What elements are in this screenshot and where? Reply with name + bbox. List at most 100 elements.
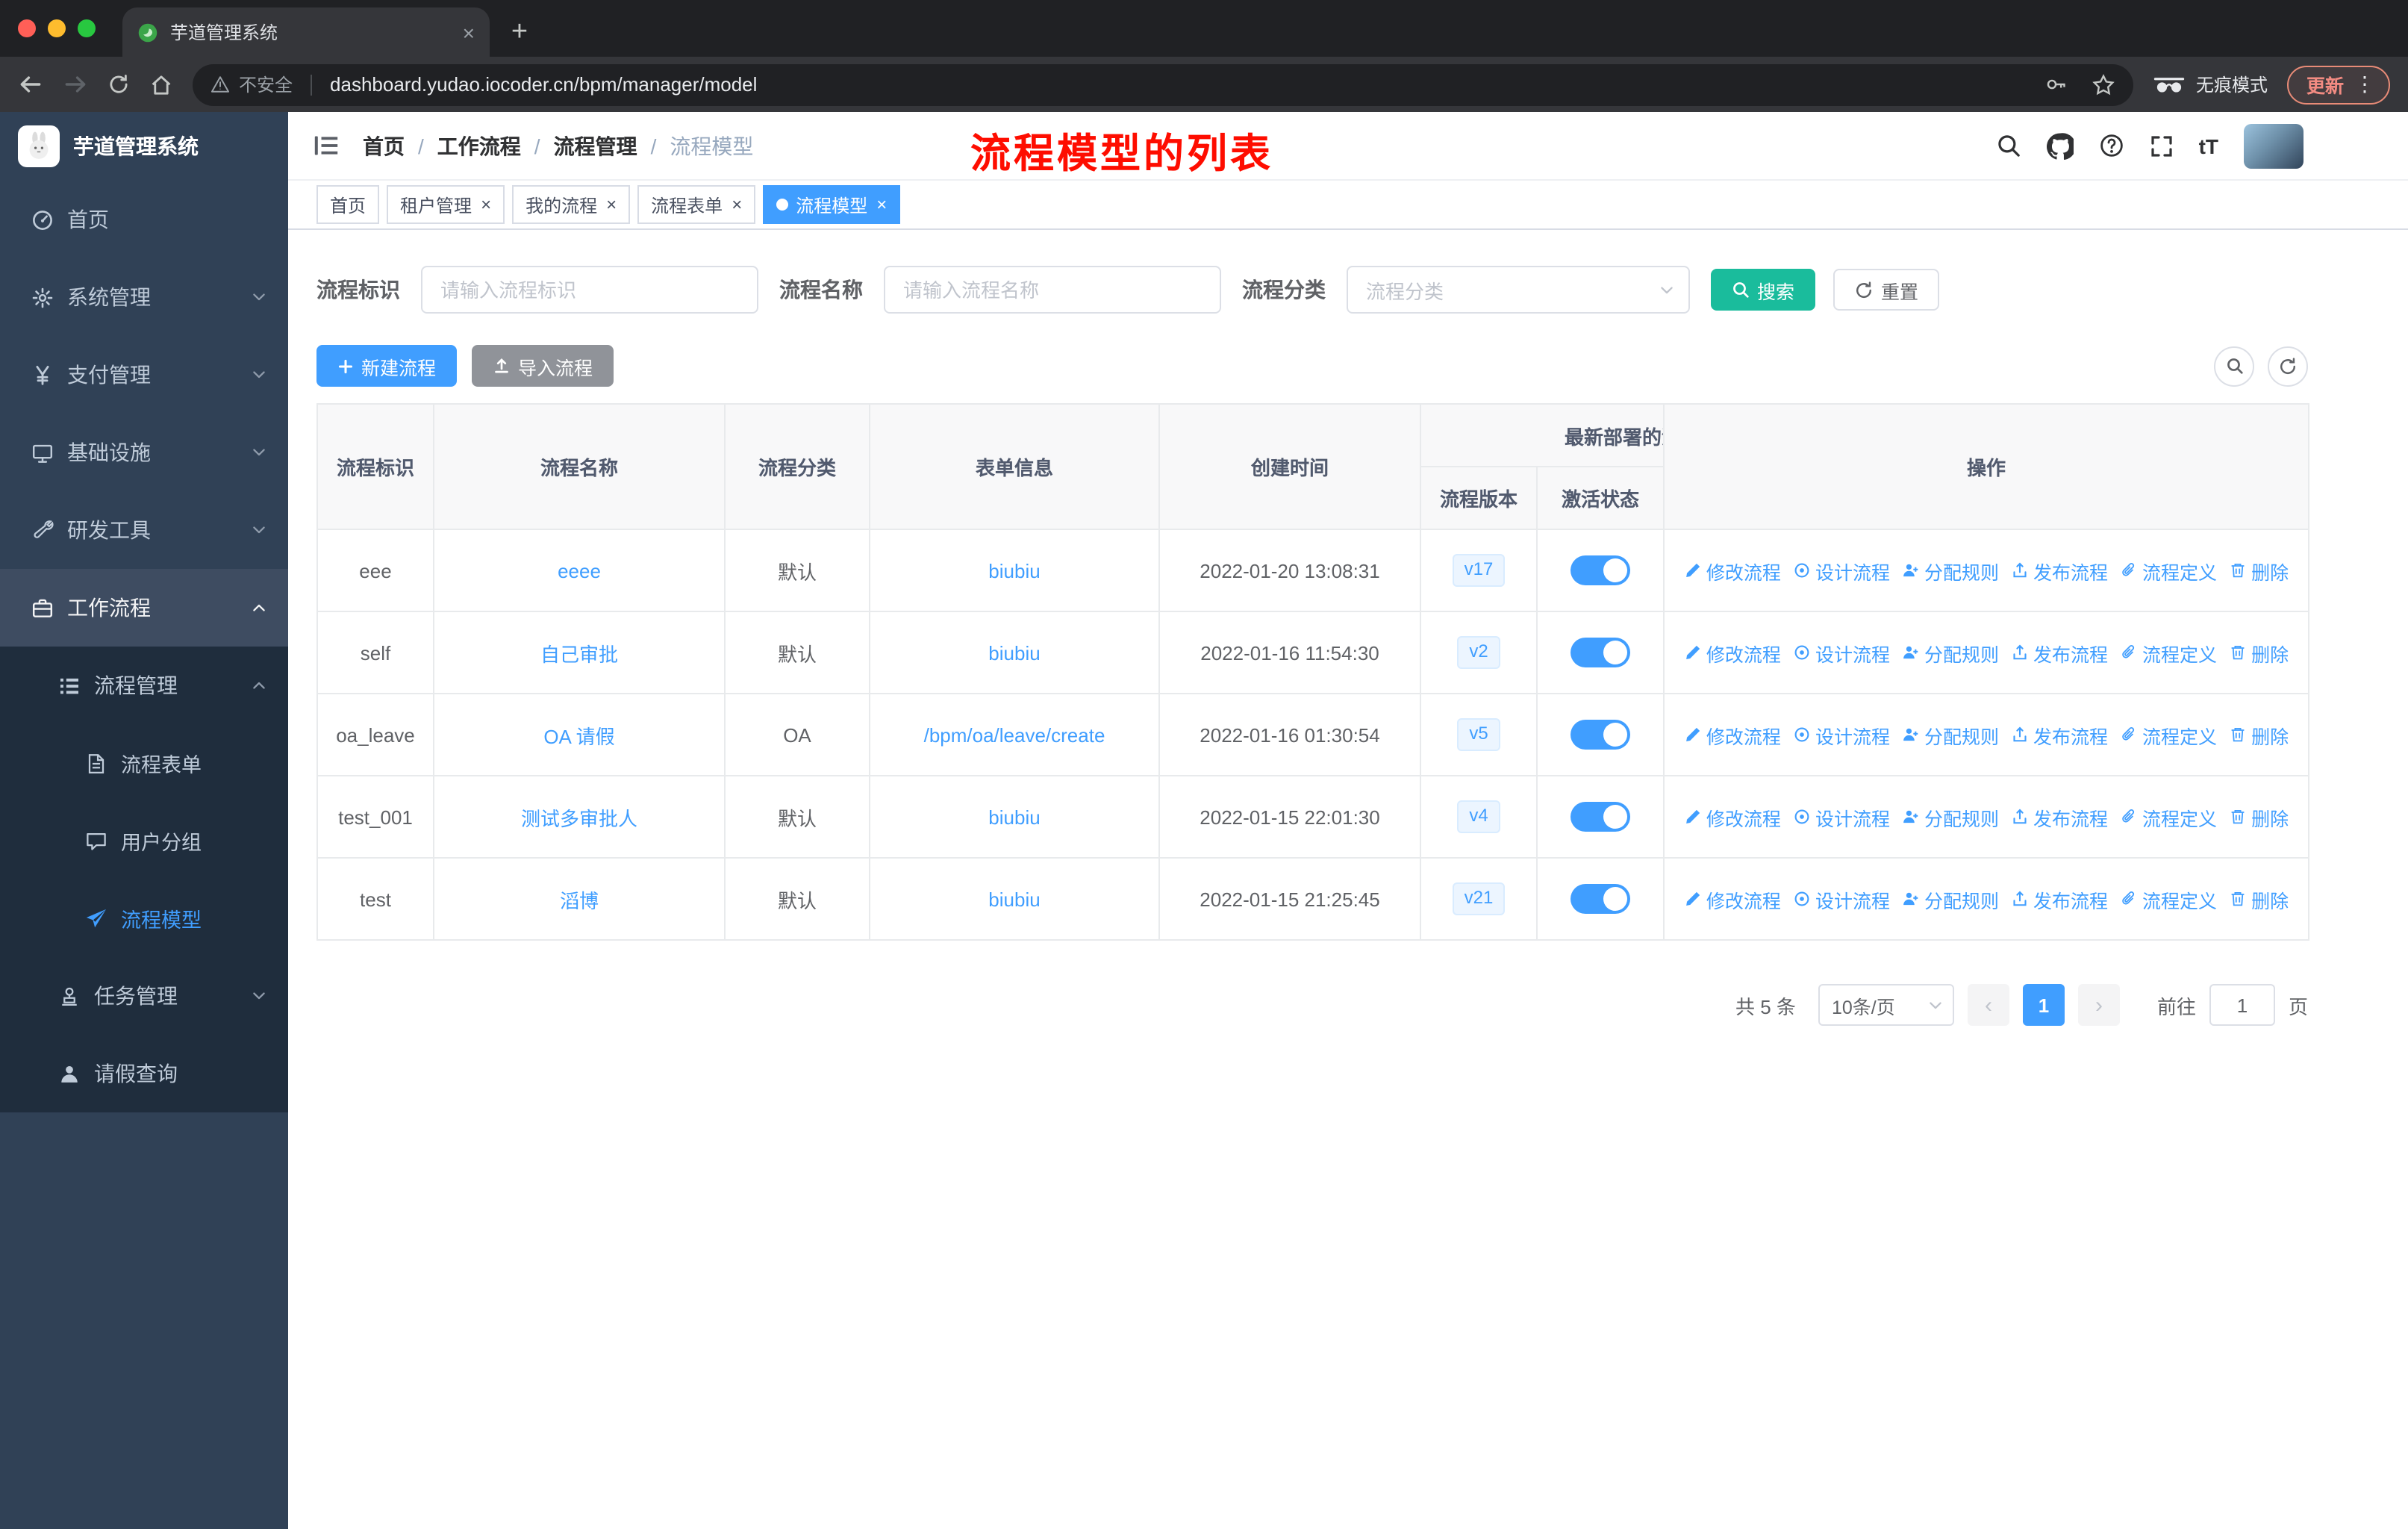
process-name-link[interactable]: eeee bbox=[558, 559, 601, 582]
action-modify[interactable]: 修改流程 bbox=[1684, 556, 1781, 585]
page-size-select[interactable]: 10条/页 bbox=[1818, 984, 1954, 1026]
forward-icon[interactable] bbox=[63, 72, 88, 97]
new-tab-button[interactable]: + bbox=[499, 12, 540, 54]
action-publish[interactable]: 发布流程 bbox=[2011, 885, 2108, 913]
process-name-link[interactable]: 自己审批 bbox=[540, 643, 618, 665]
process-name-link[interactable]: 测试多审批人 bbox=[521, 807, 637, 829]
close-window-button[interactable] bbox=[18, 19, 36, 37]
breadcrumb-item[interactable]: 流程管理 bbox=[554, 131, 637, 161]
action-publish[interactable]: 发布流程 bbox=[2011, 556, 2108, 585]
tag-close-icon[interactable]: × bbox=[876, 194, 887, 215]
back-icon[interactable] bbox=[18, 72, 43, 97]
tag-item[interactable]: 我的流程 × bbox=[512, 185, 631, 224]
zoom-window-button[interactable] bbox=[78, 19, 96, 37]
bookmark-star-icon[interactable] bbox=[2092, 72, 2115, 96]
active-toggle[interactable] bbox=[1570, 802, 1630, 832]
action-modify[interactable]: 修改流程 bbox=[1684, 720, 1781, 749]
hamburger-icon[interactable] bbox=[312, 131, 340, 160]
active-toggle[interactable] bbox=[1570, 638, 1630, 667]
breadcrumb-item[interactable]: 工作流程 bbox=[437, 131, 521, 161]
tag-item[interactable]: 流程表单 × bbox=[637, 185, 756, 224]
action-definition[interactable]: 流程定义 bbox=[2120, 720, 2217, 749]
form-link[interactable]: /bpm/oa/leave/create bbox=[924, 723, 1105, 746]
action-delete[interactable]: 删除 bbox=[2229, 556, 2289, 585]
sidebar-item-system[interactable]: 系统管理 bbox=[0, 258, 288, 336]
sidebar-item-user-group[interactable]: 用户分组 bbox=[0, 802, 288, 879]
font-size-icon[interactable]: tT bbox=[2199, 134, 2218, 158]
action-delete[interactable]: 删除 bbox=[2229, 720, 2289, 749]
action-design[interactable]: 设计流程 bbox=[1793, 720, 1890, 749]
sidebar-item-process-form[interactable]: 流程表单 bbox=[0, 724, 288, 802]
breadcrumb-item[interactable]: 首页 bbox=[363, 131, 405, 161]
action-publish[interactable]: 发布流程 bbox=[2011, 803, 2108, 831]
sidebar-item-infrastructure[interactable]: 基础设施 bbox=[0, 414, 288, 491]
category-select[interactable]: 流程分类 bbox=[1347, 266, 1690, 314]
sidebar-item-process-management[interactable]: 流程管理 bbox=[0, 647, 288, 724]
toggle-search-button[interactable] bbox=[2214, 346, 2254, 386]
action-assign[interactable]: 分配规则 bbox=[1902, 556, 1999, 585]
key-icon[interactable] bbox=[2045, 73, 2068, 96]
action-delete[interactable]: 删除 bbox=[2229, 638, 2289, 667]
action-assign[interactable]: 分配规则 bbox=[1902, 803, 1999, 831]
action-design[interactable]: 设计流程 bbox=[1793, 638, 1890, 667]
refresh-table-button[interactable] bbox=[2268, 346, 2308, 386]
form-link[interactable]: biubiu bbox=[988, 806, 1040, 828]
tag-item[interactable]: 首页 bbox=[316, 185, 380, 224]
home-icon[interactable] bbox=[149, 72, 173, 96]
action-assign[interactable]: 分配规则 bbox=[1902, 885, 1999, 913]
process-name-link[interactable]: OA 请假 bbox=[543, 725, 614, 747]
import-process-button[interactable]: 导入流程 bbox=[472, 345, 614, 387]
active-toggle[interactable] bbox=[1570, 720, 1630, 750]
update-button[interactable]: 更新 ⋮ bbox=[2286, 65, 2390, 104]
goto-page-input[interactable] bbox=[2209, 984, 2275, 1026]
action-publish[interactable]: 发布流程 bbox=[2011, 720, 2108, 749]
tag-close-icon[interactable]: × bbox=[606, 194, 617, 215]
process-name-input[interactable] bbox=[884, 266, 1221, 314]
action-modify[interactable]: 修改流程 bbox=[1684, 885, 1781, 913]
action-definition[interactable]: 流程定义 bbox=[2120, 803, 2217, 831]
sidebar-item-task-management[interactable]: 任务管理 bbox=[0, 957, 288, 1035]
action-assign[interactable]: 分配规则 bbox=[1902, 720, 1999, 749]
address-bar[interactable]: 不安全 dashboard.yudao.iocoder.cn/bpm/manag… bbox=[193, 63, 2133, 105]
sidebar-item-payment[interactable]: 支付管理 bbox=[0, 336, 288, 414]
sidebar-item-devtools[interactable]: 研发工具 bbox=[0, 491, 288, 569]
tag-close-icon[interactable]: × bbox=[481, 194, 491, 215]
action-definition[interactable]: 流程定义 bbox=[2120, 885, 2217, 913]
action-assign[interactable]: 分配规则 bbox=[1902, 638, 1999, 667]
form-link[interactable]: biubiu bbox=[988, 559, 1040, 582]
action-delete[interactable]: 删除 bbox=[2229, 885, 2289, 913]
process-name-link[interactable]: 滔博 bbox=[560, 889, 599, 912]
action-modify[interactable]: 修改流程 bbox=[1684, 638, 1781, 667]
browser-tab[interactable]: 芋道管理系统 × bbox=[122, 7, 490, 57]
sidebar-item-home[interactable]: 首页 bbox=[0, 181, 288, 258]
sidebar-item-process-model[interactable]: 流程模型 bbox=[0, 879, 288, 957]
user-avatar[interactable] bbox=[2244, 123, 2303, 168]
action-publish[interactable]: 发布流程 bbox=[2011, 638, 2108, 667]
create-process-button[interactable]: 新建流程 bbox=[316, 345, 458, 387]
help-icon[interactable] bbox=[2099, 133, 2124, 158]
form-link[interactable]: biubiu bbox=[988, 641, 1040, 664]
tag-item[interactable]: 租户管理 × bbox=[387, 185, 505, 224]
fullscreen-icon[interactable] bbox=[2150, 134, 2174, 158]
active-toggle[interactable] bbox=[1570, 884, 1630, 914]
action-delete[interactable]: 删除 bbox=[2229, 803, 2289, 831]
action-design[interactable]: 设计流程 bbox=[1793, 803, 1890, 831]
action-design[interactable]: 设计流程 bbox=[1793, 556, 1890, 585]
tab-close-icon[interactable]: × bbox=[463, 20, 475, 44]
action-definition[interactable]: 流程定义 bbox=[2120, 638, 2217, 667]
reload-icon[interactable] bbox=[107, 73, 130, 96]
menu-dots-icon[interactable]: ⋮ bbox=[2354, 72, 2375, 97]
sidebar-item-workflow[interactable]: 工作流程 bbox=[0, 569, 288, 647]
next-page-button[interactable]: › bbox=[2077, 984, 2120, 1026]
tag-close-icon[interactable]: × bbox=[732, 194, 742, 215]
security-label[interactable]: 不安全 bbox=[239, 72, 293, 97]
process-key-input[interactable] bbox=[421, 266, 758, 314]
active-toggle[interactable] bbox=[1570, 555, 1630, 585]
github-icon[interactable] bbox=[2046, 132, 2074, 159]
minimize-window-button[interactable] bbox=[48, 19, 66, 37]
action-definition[interactable]: 流程定义 bbox=[2120, 556, 2217, 585]
prev-page-button[interactable]: ‹ bbox=[1967, 984, 2009, 1026]
current-page[interactable]: 1 bbox=[2022, 984, 2065, 1026]
search-icon[interactable] bbox=[1996, 133, 2021, 158]
sidebar-item-leave-query[interactable]: 请假查询 bbox=[0, 1035, 288, 1112]
